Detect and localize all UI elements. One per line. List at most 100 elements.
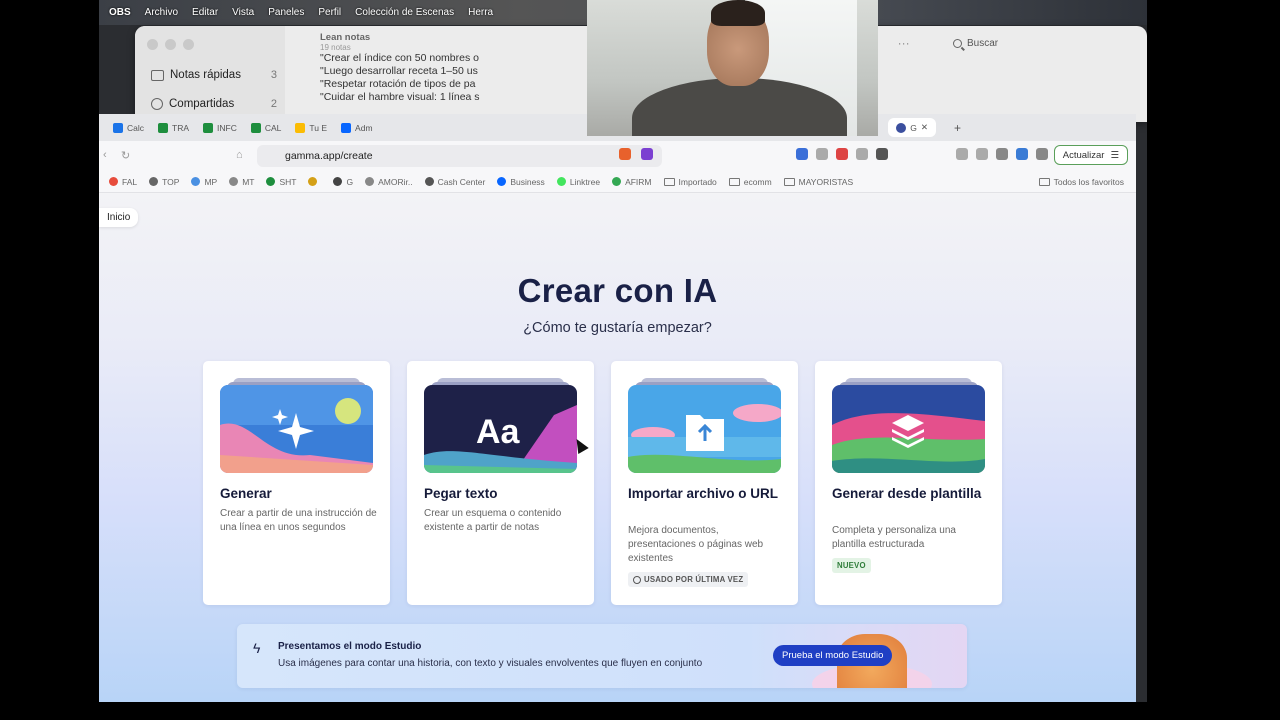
extension-icon[interactable] <box>836 148 848 160</box>
card-import[interactable]: Importar archivo o URL Mejora documentos… <box>611 361 798 605</box>
sidebar-icon[interactable] <box>976 148 988 160</box>
bookmark-item[interactable]: Linktree <box>556 177 600 187</box>
tab-favicon-icon <box>113 122 123 133</box>
gamma-create-page: Inicio Crear con IA ¿Cómo te gustaría em… <box>99 194 1136 702</box>
browser-window: CalcTRAINFCCALTu EAdmClasChaEboGAMIt'sG✕… <box>99 114 1136 702</box>
menu-app-name[interactable]: OBS <box>109 7 131 18</box>
notes-sidebar: Notas rápidas 3 Compartidas 2 <box>135 26 285 122</box>
webcam-person-hair <box>711 0 765 26</box>
note-line[interactable]: "Crear el índice con 50 nombres o <box>320 52 495 65</box>
bookmark-label: AMORir.. <box>378 176 413 187</box>
tab-label: INFC <box>217 122 237 133</box>
bookmark-favicon-icon <box>191 177 201 186</box>
bookmark-item[interactable]: MP <box>191 177 217 187</box>
bookmark-item[interactable]: AMORir.. <box>365 176 413 187</box>
bookmark-item[interactable]: Importado <box>663 176 717 187</box>
rewards-icon[interactable] <box>641 148 653 160</box>
bookmark-item[interactable]: SHT <box>266 177 296 187</box>
bookmark-item[interactable]: AFIRM <box>612 177 652 187</box>
bookmark-icon[interactable]: ⌂ <box>236 149 243 161</box>
zoom-window-button[interactable] <box>183 39 194 50</box>
bookmark-favicon-icon <box>556 177 566 186</box>
clock-icon <box>633 575 641 584</box>
tab-1[interactable]: TRA <box>158 122 189 133</box>
all-favorites-folder[interactable]: Todos los favoritos <box>1038 177 1124 187</box>
search-icon <box>953 39 962 48</box>
folder-icon <box>663 177 675 186</box>
extension-icon[interactable] <box>856 148 868 160</box>
card-template[interactable]: Generar desde plantilla Completa y perso… <box>815 361 1002 605</box>
bookmark-label: MT <box>242 176 255 187</box>
try-studio-button[interactable]: Prueba el modo Estudio <box>773 645 893 666</box>
sidebar-item-shared[interactable]: Compartidas 2 <box>151 98 277 110</box>
menu-item-escenas[interactable]: Colección de Escenas <box>355 7 454 18</box>
close-tab-icon[interactable]: ✕ <box>921 122 928 133</box>
extension-icon[interactable] <box>796 148 808 160</box>
tab-label: Adm <box>355 122 373 133</box>
menu-item-archivo[interactable]: Archivo <box>145 7 178 18</box>
note-line[interactable]: "Cuidar el hambre visual: 1 línea s <box>320 91 495 104</box>
note-line[interactable]: "Respetar rotación de tipos de pa <box>320 78 495 91</box>
bookmark-label: MP <box>204 176 218 187</box>
update-label: Actualizar <box>1062 149 1105 161</box>
brave-shield-icon[interactable] <box>619 148 631 160</box>
bookmark-item[interactable]: TOP <box>149 177 179 187</box>
notes-search[interactable]: Buscar <box>953 38 998 49</box>
bookmark-label: Importado <box>678 176 717 187</box>
bookmark-item[interactable]: MAYORISTAS <box>783 177 853 187</box>
close-window-button[interactable] <box>147 39 158 50</box>
window-controls <box>147 39 194 50</box>
home-button[interactable]: Inicio <box>99 208 139 227</box>
update-button[interactable]: Actualizar ☰ <box>1053 145 1128 165</box>
tab-4[interactable]: Tu E <box>295 122 327 133</box>
new-tab-button[interactable]: + <box>954 121 961 135</box>
banner-title: Presentamos el modo Estudio <box>278 641 422 652</box>
person-icon <box>151 98 163 110</box>
card-illustration: Aa <box>424 385 577 473</box>
url-input[interactable]: gamma.app/create <box>257 145 662 167</box>
sidebar-item-label: Notas rápidas <box>170 69 241 81</box>
bookmark-item[interactable]: G <box>333 177 353 187</box>
sidebar-item-quick-notes[interactable]: Notas rápidas 3 <box>151 69 277 81</box>
tab-favicon-icon <box>295 122 306 133</box>
tab-0[interactable]: Calc <box>113 122 144 133</box>
reload-icon[interactable]: ↻ <box>121 149 130 162</box>
menu-item-herramientas[interactable]: Herra <box>468 7 493 18</box>
bookmark-label: ecomm <box>743 176 772 187</box>
menu-item-vista[interactable]: Vista <box>232 7 254 18</box>
music-icon[interactable] <box>956 148 968 160</box>
tab-5[interactable]: Adm <box>341 122 373 133</box>
bookmark-item[interactable]: Cash Center <box>424 177 485 187</box>
folder-icon <box>1038 177 1050 186</box>
bookmark-favicon-icon <box>365 177 375 186</box>
menu-item-perfil[interactable]: Perfil <box>318 7 341 18</box>
extension-icon[interactable] <box>1016 148 1028 160</box>
bookmark-item[interactable]: Business <box>497 177 545 187</box>
card-description: Crear a partir de una instrucción de una… <box>220 508 377 533</box>
card-paste-text[interactable]: Aa Pegar texto Crear un esquema o conten… <box>407 361 594 605</box>
note-line[interactable]: "Luego desarrollar receta 1–50 us <box>320 65 495 78</box>
menu-icon: ☰ <box>1110 149 1119 161</box>
minimize-window-button[interactable] <box>165 39 176 50</box>
menu-item-paneles[interactable]: Paneles <box>268 7 304 18</box>
more-icon[interactable]: ··· <box>898 36 910 50</box>
bookmark-item[interactable]: ecomm <box>728 176 772 187</box>
bookmark-item[interactable]: FAL <box>109 177 137 187</box>
card-generate[interactable]: Generar Crear a partir de una instrucció… <box>203 361 390 605</box>
bookmark-favicon-icon <box>266 177 276 186</box>
bookmark-item[interactable]: MT <box>229 177 254 187</box>
tab-3[interactable]: CAL <box>250 122 281 133</box>
extension-icon[interactable] <box>876 148 888 160</box>
tab-active-gamma[interactable]: G ✕ <box>888 118 936 137</box>
bookmarks-bar: FAL TOP MP MT SHT G AMORir.. Cash Center Busines… <box>99 171 1136 193</box>
back-icon[interactable]: ‹ <box>103 149 107 161</box>
wallet-icon[interactable] <box>996 148 1008 160</box>
menu-item-editar[interactable]: Editar <box>192 7 218 18</box>
bookmark-favicon-icon <box>333 177 343 186</box>
extension-icon[interactable] <box>816 148 828 160</box>
tab-2[interactable]: INFC <box>203 122 237 133</box>
bookmark-label: Business <box>510 176 545 187</box>
bookmark-item[interactable] <box>308 177 321 186</box>
shield-icon[interactable] <box>1036 148 1048 160</box>
tab-label: G <box>910 122 917 133</box>
